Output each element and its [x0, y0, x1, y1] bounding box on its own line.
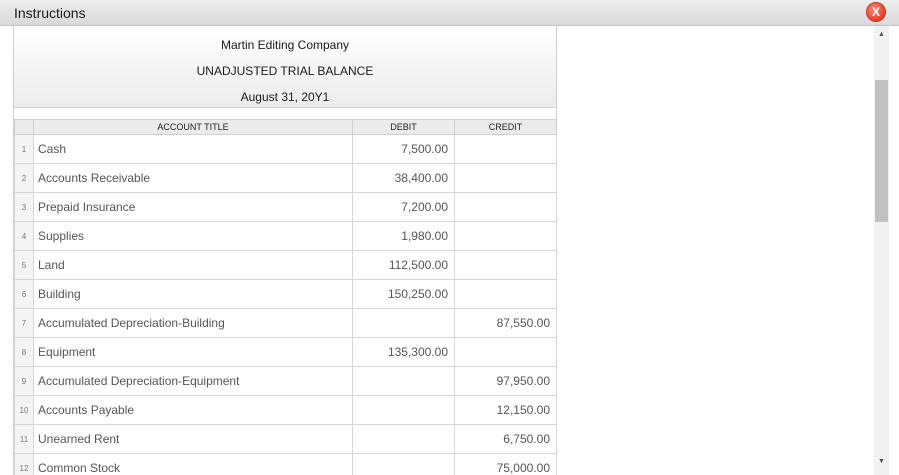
credit-cell: 75,000.00	[454, 453, 557, 475]
credit-cell	[454, 163, 557, 193]
account-title-cell: Accumulated Depreciation-Building	[33, 308, 353, 338]
account-title-cell: Common Stock	[33, 453, 353, 475]
report-date: August 31, 20Y1	[240, 90, 330, 104]
table-row: 8 Equipment 135,300.00	[14, 337, 557, 367]
table-row: 5 Land 112,500.00	[14, 250, 557, 280]
credit-cell	[454, 337, 557, 367]
table-row: 3 Prepaid Insurance 7,200.00	[14, 192, 557, 222]
account-title-cell: Building	[33, 279, 353, 309]
credit-cell	[454, 250, 557, 280]
debit-cell: 112,500.00	[352, 250, 455, 280]
row-number: 3	[14, 192, 34, 222]
row-number-header	[14, 119, 34, 135]
table-row: 6 Building 150,250.00	[14, 279, 557, 309]
row-number: 12	[14, 453, 34, 475]
account-title-cell: Accounts Payable	[33, 395, 353, 425]
row-number: 5	[14, 250, 34, 280]
credit-cell: 6,750.00	[454, 424, 557, 454]
credit-cell	[454, 279, 557, 309]
debit-cell: 1,980.00	[352, 221, 455, 251]
credit-cell: 12,150.00	[454, 395, 557, 425]
credit-cell: 87,550.00	[454, 308, 557, 338]
credit-cell	[454, 192, 557, 222]
row-number: 11	[14, 424, 34, 454]
credit-cell	[454, 221, 557, 251]
table-row: 11 Unearned Rent 6,750.00	[14, 424, 557, 454]
debit-cell	[352, 424, 455, 454]
debit-cell: 38,400.00	[352, 163, 455, 193]
account-title-cell: Equipment	[33, 337, 353, 367]
triangle-up-icon[interactable]: ▲	[874, 28, 889, 42]
credit-header: CREDIT	[454, 119, 557, 135]
row-number: 7	[14, 308, 34, 338]
table-header-row: ACCOUNT TITLE DEBIT CREDIT	[14, 119, 557, 135]
vertical-scrollbar[interactable]: ▲ ▼	[874, 26, 889, 475]
instructions-window: Instructions X Martin Editing Company UN…	[0, 0, 899, 475]
report-title: UNADJUSTED TRIAL BALANCE	[196, 64, 374, 78]
debit-cell	[352, 366, 455, 396]
trial-balance-sheet: Martin Editing Company UNADJUSTED TRIAL …	[13, 26, 557, 475]
debit-cell	[352, 308, 455, 338]
debit-cell: 7,500.00	[352, 134, 455, 164]
report-header: Martin Editing Company UNADJUSTED TRIAL …	[14, 26, 556, 108]
credit-cell: 97,950.00	[454, 366, 557, 396]
account-title-header: ACCOUNT TITLE	[33, 119, 353, 135]
debit-cell	[352, 395, 455, 425]
debit-cell: 135,300.00	[352, 337, 455, 367]
account-title-cell: Cash	[33, 134, 353, 164]
account-title-cell: Prepaid Insurance	[33, 192, 353, 222]
triangle-down-icon[interactable]: ▼	[874, 455, 889, 469]
row-number: 6	[14, 279, 34, 309]
account-title-cell: Land	[33, 250, 353, 280]
debit-cell: 150,250.00	[352, 279, 455, 309]
debit-cell	[352, 453, 455, 475]
credit-cell	[454, 134, 557, 164]
table-row: 4 Supplies 1,980.00	[14, 221, 557, 251]
window-title: Instructions	[14, 5, 86, 21]
trial-balance-table: ACCOUNT TITLE DEBIT CREDIT 1 Cash 7,500.…	[14, 119, 557, 475]
table-row: 9 Accumulated Depreciation-Equipment 97,…	[14, 366, 557, 396]
table-row: 1 Cash 7,500.00	[14, 134, 557, 164]
account-title-cell: Accumulated Depreciation-Equipment	[33, 366, 353, 396]
table-row: 12 Common Stock 75,000.00	[14, 453, 557, 475]
row-number: 9	[14, 366, 34, 396]
table-row: 10 Accounts Payable 12,150.00	[14, 395, 557, 425]
table-row: 7 Accumulated Depreciation-Building 87,5…	[14, 308, 557, 338]
account-title-cell: Unearned Rent	[33, 424, 353, 454]
row-number: 1	[14, 134, 34, 164]
scrollbar-thumb[interactable]	[875, 80, 888, 222]
debit-header: DEBIT	[352, 119, 455, 135]
close-button[interactable]: X	[866, 2, 886, 22]
account-title-cell: Supplies	[33, 221, 353, 251]
row-number: 10	[14, 395, 34, 425]
row-number: 2	[14, 163, 34, 193]
company-name: Martin Editing Company	[220, 38, 350, 52]
debit-cell: 7,200.00	[352, 192, 455, 222]
title-bar: Instructions X	[0, 0, 899, 26]
row-number: 4	[14, 221, 34, 251]
table-row: 2 Accounts Receivable 38,400.00	[14, 163, 557, 193]
content-area: Martin Editing Company UNADJUSTED TRIAL …	[0, 26, 874, 475]
account-title-cell: Accounts Receivable	[33, 163, 353, 193]
row-number: 8	[14, 337, 34, 367]
